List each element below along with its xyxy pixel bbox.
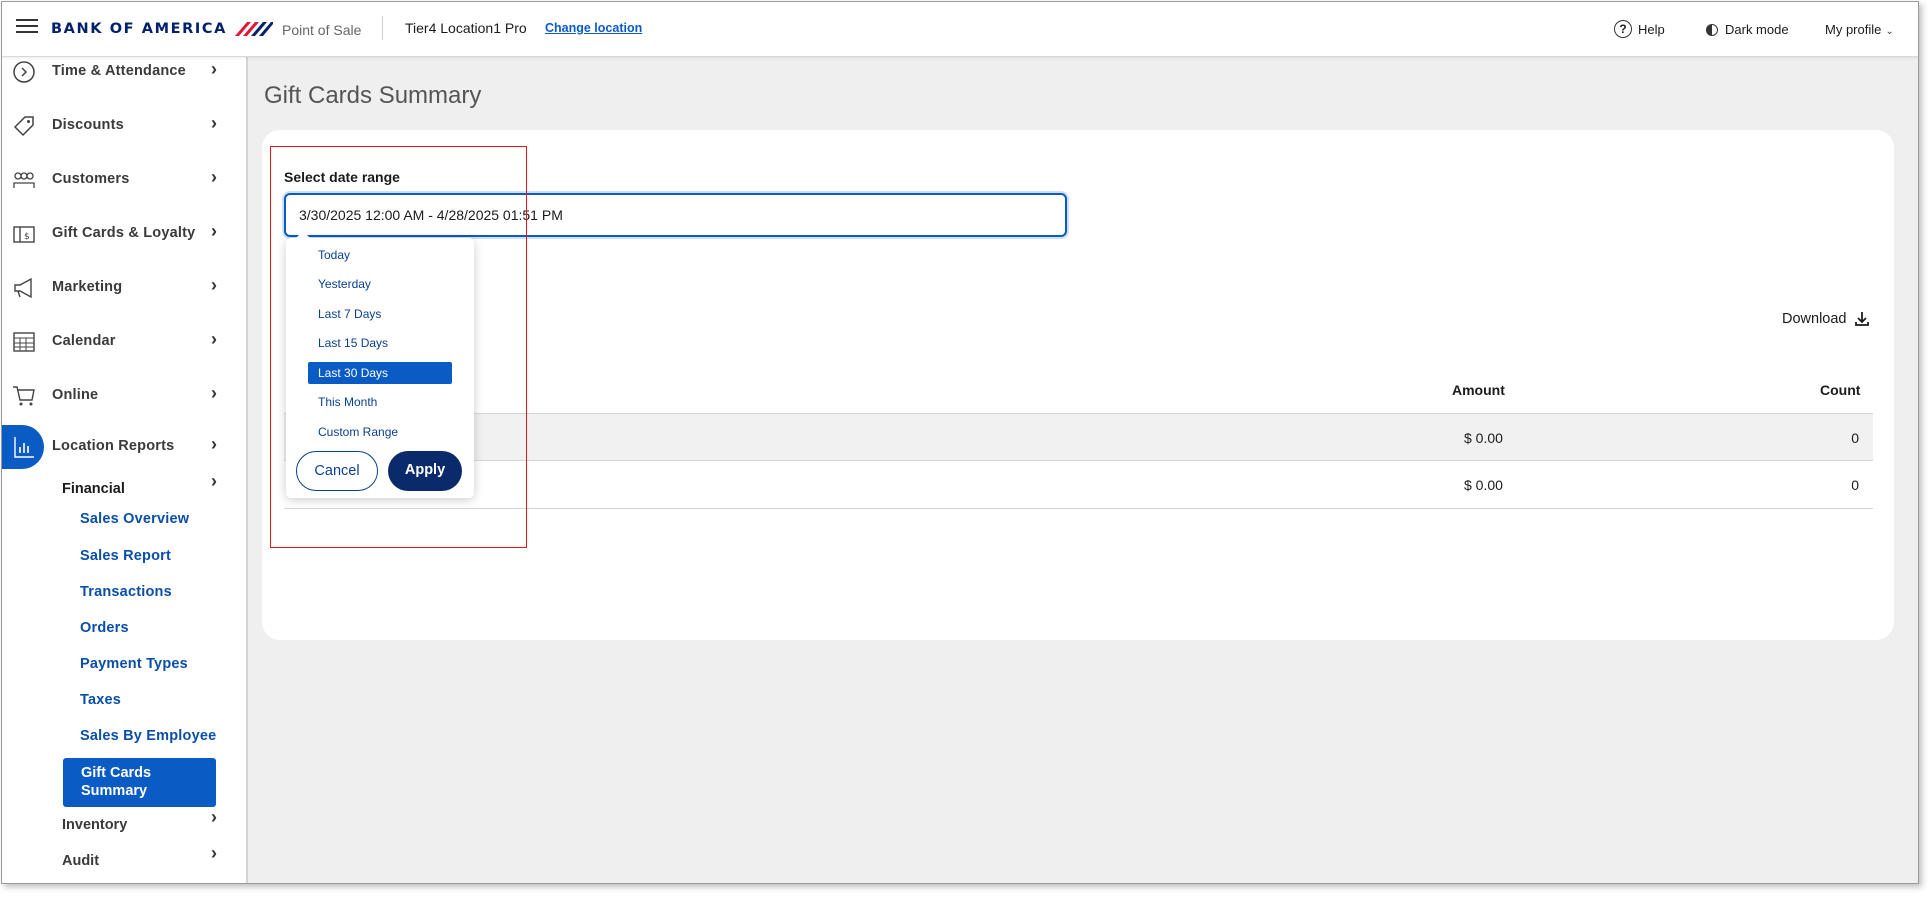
- date-range-label: Select date range: [284, 169, 400, 185]
- cart-icon: [13, 386, 35, 406]
- location-name: Tier4 Location1 Pro: [405, 20, 527, 36]
- date-range-dropdown: Today Yesterday Last 7 Days Last 15 Days…: [286, 231, 474, 498]
- range-option-last-15-days[interactable]: Last 15 Days: [308, 332, 452, 354]
- profile-menu[interactable]: My profile ⌄: [1825, 22, 1894, 37]
- sidebar-subsection-inventory[interactable]: Inventory: [62, 817, 127, 833]
- help-label: Help: [1638, 21, 1665, 37]
- range-option-this-month[interactable]: This Month: [308, 391, 452, 413]
- download-button[interactable]: Download: [1782, 311, 1870, 327]
- range-option-last-7-days[interactable]: Last 7 Days: [308, 303, 452, 325]
- chevron-right-icon[interactable]: ›: [211, 807, 217, 828]
- sidebar-item-customers[interactable]: Customers ›: [2, 160, 242, 200]
- download-icon: [1854, 312, 1869, 326]
- sidebar-item-label: Gift Cards & Loyalty: [52, 225, 196, 241]
- contrast-icon: [1706, 23, 1718, 36]
- amount-cell: $ 0.00: [1464, 477, 1503, 493]
- chevron-right-icon: ›: [211, 383, 217, 403]
- sidebar-link-sales-by-employee[interactable]: Sales By Employee: [80, 728, 216, 744]
- sidebar-item-time-attendance[interactable]: Time & Attendance ›: [2, 57, 242, 92]
- sidebar-item-label: Marketing: [52, 279, 123, 295]
- dark-mode-label: Dark mode: [1725, 22, 1789, 37]
- chevron-right-icon: ›: [211, 167, 217, 187]
- sidebar-item-online[interactable]: Online ›: [2, 376, 242, 416]
- count-cell: 0: [1851, 430, 1859, 446]
- brand-logo[interactable]: BANK OF AMERICA: [51, 20, 273, 38]
- column-header-count[interactable]: Count: [1820, 382, 1860, 398]
- cancel-button[interactable]: Cancel: [296, 451, 378, 491]
- chevron-right-icon: ›: [211, 113, 217, 133]
- sidebar-item-label: Customers: [52, 171, 130, 187]
- date-range-input[interactable]: [284, 193, 1067, 237]
- tag-icon: [13, 116, 34, 137]
- sidebar-link-transactions[interactable]: Transactions: [80, 584, 172, 600]
- chevron-right-icon: ›: [211, 329, 217, 349]
- flag-logo-icon: [234, 22, 273, 36]
- megaphone-icon: [14, 277, 32, 299]
- range-option-yesterday[interactable]: Yesterday: [308, 273, 452, 295]
- sidebar-item-label: Location Reports: [52, 438, 175, 454]
- chevron-right-icon[interactable]: ›: [211, 471, 217, 492]
- chevron-right-icon: ›: [211, 221, 217, 241]
- sidebar-link-sales-report[interactable]: Sales Report: [80, 548, 171, 564]
- chevron-right-icon[interactable]: ›: [211, 843, 217, 864]
- range-option-today[interactable]: Today: [308, 244, 452, 266]
- apply-button[interactable]: Apply: [388, 451, 462, 491]
- clock-icon: [13, 61, 35, 83]
- app-window: BANK OF AMERICA Point of Sale Tier4 Loca…: [1, 1, 1919, 884]
- page-title: Gift Cards Summary: [264, 82, 482, 109]
- download-label: Download: [1782, 311, 1847, 327]
- sidebar-item-discounts[interactable]: Discounts ›: [2, 106, 242, 146]
- amount-cell: $ 0.00: [1464, 430, 1503, 446]
- brand-name: BANK OF AMERICA: [51, 21, 227, 37]
- sidebar-item-marketing[interactable]: Marketing ›: [2, 268, 242, 308]
- sidebar-item-label: Discounts: [52, 117, 124, 133]
- sidebar-item-label: Calendar: [52, 333, 116, 349]
- change-location-link[interactable]: Change location: [545, 21, 642, 35]
- column-header-amount[interactable]: Amount: [1452, 382, 1505, 398]
- sidebar-item-label: Time & Attendance: [52, 63, 186, 79]
- app-name: Point of Sale: [282, 22, 362, 38]
- sidebar-link-sales-overview[interactable]: Sales Overview: [80, 511, 189, 527]
- sidebar-item-location-reports[interactable]: Location Reports ›: [2, 425, 242, 469]
- svg-text:$: $: [24, 232, 30, 242]
- help-icon: ?: [1614, 20, 1632, 38]
- table-row: $ 0.00 0: [284, 413, 1873, 461]
- chevron-down-icon: ⌄: [1885, 26, 1894, 37]
- dark-mode-toggle[interactable]: Dark mode: [1706, 22, 1789, 37]
- chevron-right-icon: ›: [211, 275, 217, 295]
- chevron-right-icon: ›: [211, 434, 217, 454]
- bar-chart-icon: [14, 437, 34, 458]
- table-row: $ 0.00 0: [284, 461, 1873, 509]
- sidebar-item-label: Online: [52, 387, 99, 403]
- gift-card-icon: $: [13, 226, 35, 243]
- header-divider: [382, 16, 383, 40]
- sidebar-item-gift-cards-loyalty[interactable]: $ Gift Cards & Loyalty ›: [2, 214, 242, 254]
- sidebar-link-orders[interactable]: Orders: [80, 620, 129, 636]
- sidebar-link-taxes[interactable]: Taxes: [80, 692, 121, 708]
- sidebar-scrollbar[interactable]: [246, 272, 248, 884]
- sidebar-item-calendar[interactable]: Calendar ›: [2, 322, 242, 362]
- sidebar-link-gift-cards-summary[interactable]: Gift Cards Summary: [63, 758, 216, 807]
- sidebar-subsection-audit[interactable]: Audit: [62, 853, 99, 869]
- count-cell: 0: [1851, 477, 1859, 493]
- people-icon: [13, 172, 35, 188]
- sidebar-link-payment-types[interactable]: Payment Types: [80, 656, 188, 672]
- menu-icon[interactable]: [16, 19, 38, 37]
- profile-label: My profile: [1825, 22, 1882, 37]
- range-option-custom-range[interactable]: Custom Range: [308, 421, 452, 443]
- top-header: BANK OF AMERICA Point of Sale Tier4 Loca…: [2, 2, 1918, 57]
- calendar-icon: [13, 332, 35, 352]
- help-button[interactable]: ? Help: [1614, 20, 1665, 38]
- sidebar: Time & Attendance › Discounts › Customer…: [2, 57, 248, 884]
- range-option-last-30-days[interactable]: Last 30 Days: [308, 362, 452, 384]
- chevron-right-icon: ›: [211, 59, 217, 79]
- sidebar-subsection-financial[interactable]: Financial: [62, 481, 125, 497]
